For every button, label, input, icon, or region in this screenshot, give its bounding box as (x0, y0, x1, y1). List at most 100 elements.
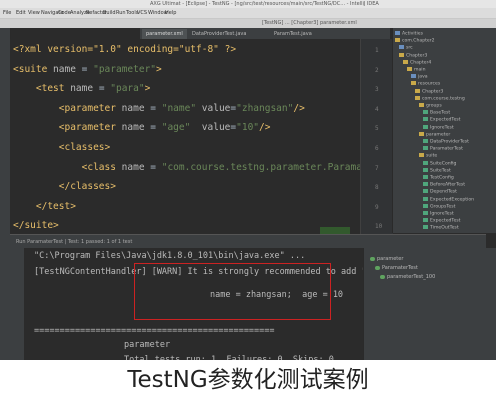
code-token: = (144, 122, 162, 134)
tree-item[interactable]: resources (411, 81, 440, 88)
code-token: > (156, 63, 162, 75)
line-number: 10 (375, 223, 383, 231)
menu-item[interactable]: Edit (16, 8, 26, 18)
tree-item[interactable]: suite (419, 153, 437, 160)
tree-item[interactable]: java (411, 74, 428, 81)
tree-item[interactable]: ExpectedException (423, 196, 475, 204)
code-token: </classes> (13, 181, 116, 193)
tree-item-label: ExpectedException (430, 197, 475, 203)
tree-item[interactable]: SuiteTest (423, 167, 451, 175)
menu-item[interactable]: VCS (137, 8, 147, 18)
tree-item-label: ParamaterTest (430, 146, 463, 152)
tree-item-label: TestConfig (430, 175, 454, 181)
breadcrumb: [TestNG] ... [Chapter3] parameter.xml (262, 20, 357, 26)
folder-icon (415, 88, 420, 93)
menu-item[interactable]: File (3, 8, 11, 18)
tree-item[interactable]: ExpectedTest (423, 117, 460, 124)
project-tree[interactable]: Activities com.Chapter2 src Chapter3 Chapter… (392, 28, 496, 233)
editor-tab[interactable]: ParamTest.java (270, 29, 316, 39)
code-token: <?xml version="1.0" encoding="utf-8" ?> (13, 44, 237, 55)
code-token: <suite (13, 63, 54, 75)
tree-item[interactable]: DependTest (423, 189, 457, 196)
code-line: <?xml version="1.0" encoding="utf-8" ?> (13, 44, 236, 56)
code-editor[interactable]: <?xml version="1.0" encoding="utf-8" ?> <… (10, 39, 419, 239)
tree-item-label: IgnoreTest (430, 211, 454, 217)
tree-item[interactable]: src (399, 45, 413, 52)
tree-item-label: DependTest (430, 189, 457, 195)
tree-item-label: java (418, 74, 428, 80)
folder-icon (395, 31, 400, 35)
code-line: <parameter name = "name" value="zhangsan… (13, 103, 305, 115)
folder-icon (423, 211, 428, 215)
menu-item[interactable]: Run (116, 8, 126, 18)
folder-icon (419, 153, 424, 158)
code-line: <classes> (13, 142, 110, 154)
test-tree-item[interactable]: ParamaterTest (375, 265, 418, 271)
folder-icon (423, 225, 428, 230)
code-token: = (144, 102, 162, 114)
run-side-toolbar[interactable] (10, 248, 25, 360)
tree-item[interactable]: GroupsTest (423, 203, 455, 211)
code-token: > (144, 83, 151, 95)
window-title-bar: AXG Ultimat - [Eclipse] - TestNG - [ng/s… (0, 0, 496, 8)
tree-item-label: ExpectedTest (430, 117, 461, 123)
code-line: <class name = "com.course.testng.paramet… (13, 161, 420, 174)
folder-icon (419, 131, 424, 136)
tree-item-label: groups (426, 103, 442, 109)
code-token: "age" (161, 122, 191, 134)
code-token: <parameter (13, 122, 122, 134)
tree-item[interactable]: Activities (395, 31, 423, 38)
menu-item[interactable]: Help (165, 8, 176, 18)
tree-item[interactable]: main (407, 67, 425, 74)
tree-item[interactable]: TestConfig (423, 175, 454, 182)
code-token: <class (13, 161, 122, 173)
folder-icon (399, 52, 404, 57)
tree-item[interactable]: BeforeAfterTest (423, 182, 465, 189)
editor-tab[interactable]: parameter.xml (142, 29, 187, 39)
tree-item[interactable]: BaseTest (423, 110, 450, 117)
toolbar: [TestNG] ... [Chapter3] parameter.xml (0, 19, 496, 28)
editor-tab[interactable]: DataProviderTest.java (188, 29, 250, 39)
test-tree-item[interactable]: parameter (370, 256, 403, 262)
test-tree-label: parameter (377, 256, 404, 262)
tree-item[interactable]: DataProviderTest (423, 139, 469, 146)
menu-item[interactable]: Build (103, 8, 116, 18)
window-title: AXG Ultimat - [Eclipse] - TestNG - [ng/s… (150, 1, 379, 7)
tree-item[interactable]: Chapter3 (415, 88, 443, 96)
tree-item-label: suite (426, 153, 438, 159)
tree-item[interactable]: com.course.testng (415, 95, 465, 103)
tree-item[interactable]: parameter (419, 131, 450, 139)
menu-item[interactable]: Code (58, 8, 71, 18)
folder-icon (423, 196, 428, 201)
code-line: </test> (13, 201, 76, 213)
test-results-tree[interactable]: parameter ParamaterTest parameterTest_100 (363, 248, 496, 360)
code-line: <test name = "para"> (13, 83, 150, 95)
tree-item[interactable]: Chapter3 (399, 52, 427, 60)
tree-item-label: com.course.testng (422, 96, 465, 102)
tree-item[interactable]: TimeOutTest (423, 225, 459, 232)
test-tree-item[interactable]: parameterTest_100 (380, 274, 435, 280)
tree-item[interactable]: com.Chapter2 (395, 38, 435, 45)
code-line: <suite name = "parameter"> (13, 64, 162, 76)
tree-item-label: ExpectedTest (430, 218, 461, 224)
tree-item[interactable]: IgnoreTest (423, 211, 454, 218)
tree-item[interactable]: IgnoreTest (423, 124, 454, 132)
line-number: 9 (375, 203, 379, 211)
code-line: </suite> (13, 220, 59, 232)
folder-icon (407, 67, 412, 71)
folder-icon (423, 218, 428, 223)
code-token: /> (259, 122, 271, 134)
tree-item[interactable]: groups (419, 103, 442, 110)
run-header: Run ParamaterTest | Test: 1 passed: 1 of… (16, 239, 133, 245)
tree-item[interactable]: ExpectedTest (423, 218, 460, 225)
tree-item[interactable]: Chapter4 (403, 59, 431, 67)
tree-item[interactable]: ParamaterTest (423, 146, 463, 153)
menu-item[interactable]: View (28, 8, 40, 18)
folder-icon (423, 182, 428, 187)
tree-item[interactable]: SuiteConfig (423, 160, 457, 168)
tree-item-label: src (406, 45, 413, 51)
code-token: name (121, 161, 145, 173)
tree-item-label: SuiteConfig (430, 161, 457, 167)
code-token: /> (293, 102, 305, 114)
